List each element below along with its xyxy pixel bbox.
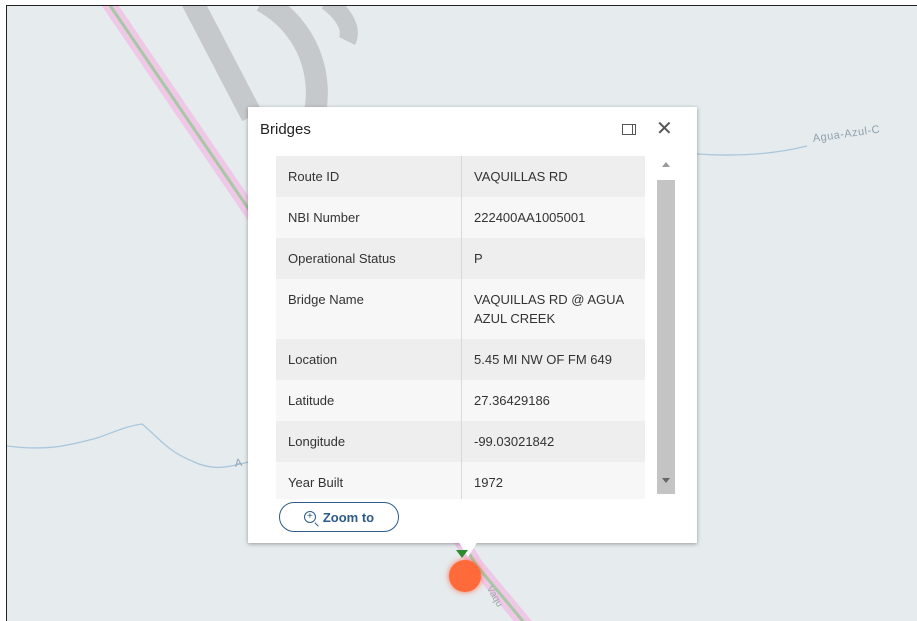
table-row: Latitude 27.36429186 [276, 380, 645, 421]
table-row: Location 5.45 MI NW OF FM 649 [276, 339, 645, 380]
attribute-value: VAQUILLAS RD @ AGUA AZUL CREEK [461, 279, 645, 339]
zoom-to-button[interactable]: + Zoom to [279, 502, 399, 532]
attribute-value: 5.45 MI NW OF FM 649 [461, 339, 645, 380]
popup-title: Bridges [260, 121, 311, 138]
bridge-popup: Bridges ✕ Route ID VAQUILLAS RD NBI Numbe… [248, 107, 697, 543]
scroll-up-icon[interactable] [662, 162, 670, 167]
attribute-value: P [461, 238, 645, 279]
scroll-down-icon[interactable] [662, 478, 670, 483]
table-row: NBI Number 222400AA1005001 [276, 197, 645, 238]
attribute-key: Longitude [276, 421, 462, 462]
close-icon[interactable]: ✕ [656, 119, 673, 139]
attribute-key: Location [276, 339, 462, 380]
dock-icon[interactable] [622, 124, 636, 135]
attribute-key: Route ID [276, 156, 462, 197]
zoom-in-icon: + [303, 511, 316, 523]
table-row: Bridge Name VAQUILLAS RD @ AGUA AZUL CREE… [276, 279, 645, 339]
table-scrollbar[interactable] [657, 156, 675, 499]
attribute-key: Operational Status [276, 238, 462, 279]
table-row: Route ID VAQUILLAS RD [276, 156, 645, 197]
river-left [7, 423, 253, 469]
table-row: Operational Status P [276, 238, 645, 279]
table-row: Year Built 1972 [276, 462, 645, 499]
attribute-value: 27.36429186 [461, 380, 645, 421]
attribute-key: NBI Number [276, 197, 462, 238]
attribute-key: Year Built [276, 462, 462, 499]
attribute-value: 222400AA1005001 [461, 197, 645, 238]
attribute-value: 1972 [461, 462, 645, 499]
attribute-key: Bridge Name [276, 279, 462, 339]
scroll-thumb[interactable] [657, 180, 675, 494]
attribute-value: VAQUILLAS RD [461, 156, 645, 197]
watermark-shape [321, 6, 358, 46]
attribute-value: -99.03021842 [461, 421, 645, 462]
river-label-left: A [234, 456, 244, 470]
bridge-marker[interactable] [449, 560, 481, 592]
attribute-table[interactable]: Route ID VAQUILLAS RD NBI Number 222400AA1… [276, 156, 645, 499]
river-right [696, 145, 808, 156]
attribute-key: Latitude [276, 380, 462, 421]
flag-icon [456, 550, 468, 558]
zoom-to-label: Zoom to [322, 509, 375, 525]
table-row: Longitude -99.03021842 [276, 421, 645, 462]
